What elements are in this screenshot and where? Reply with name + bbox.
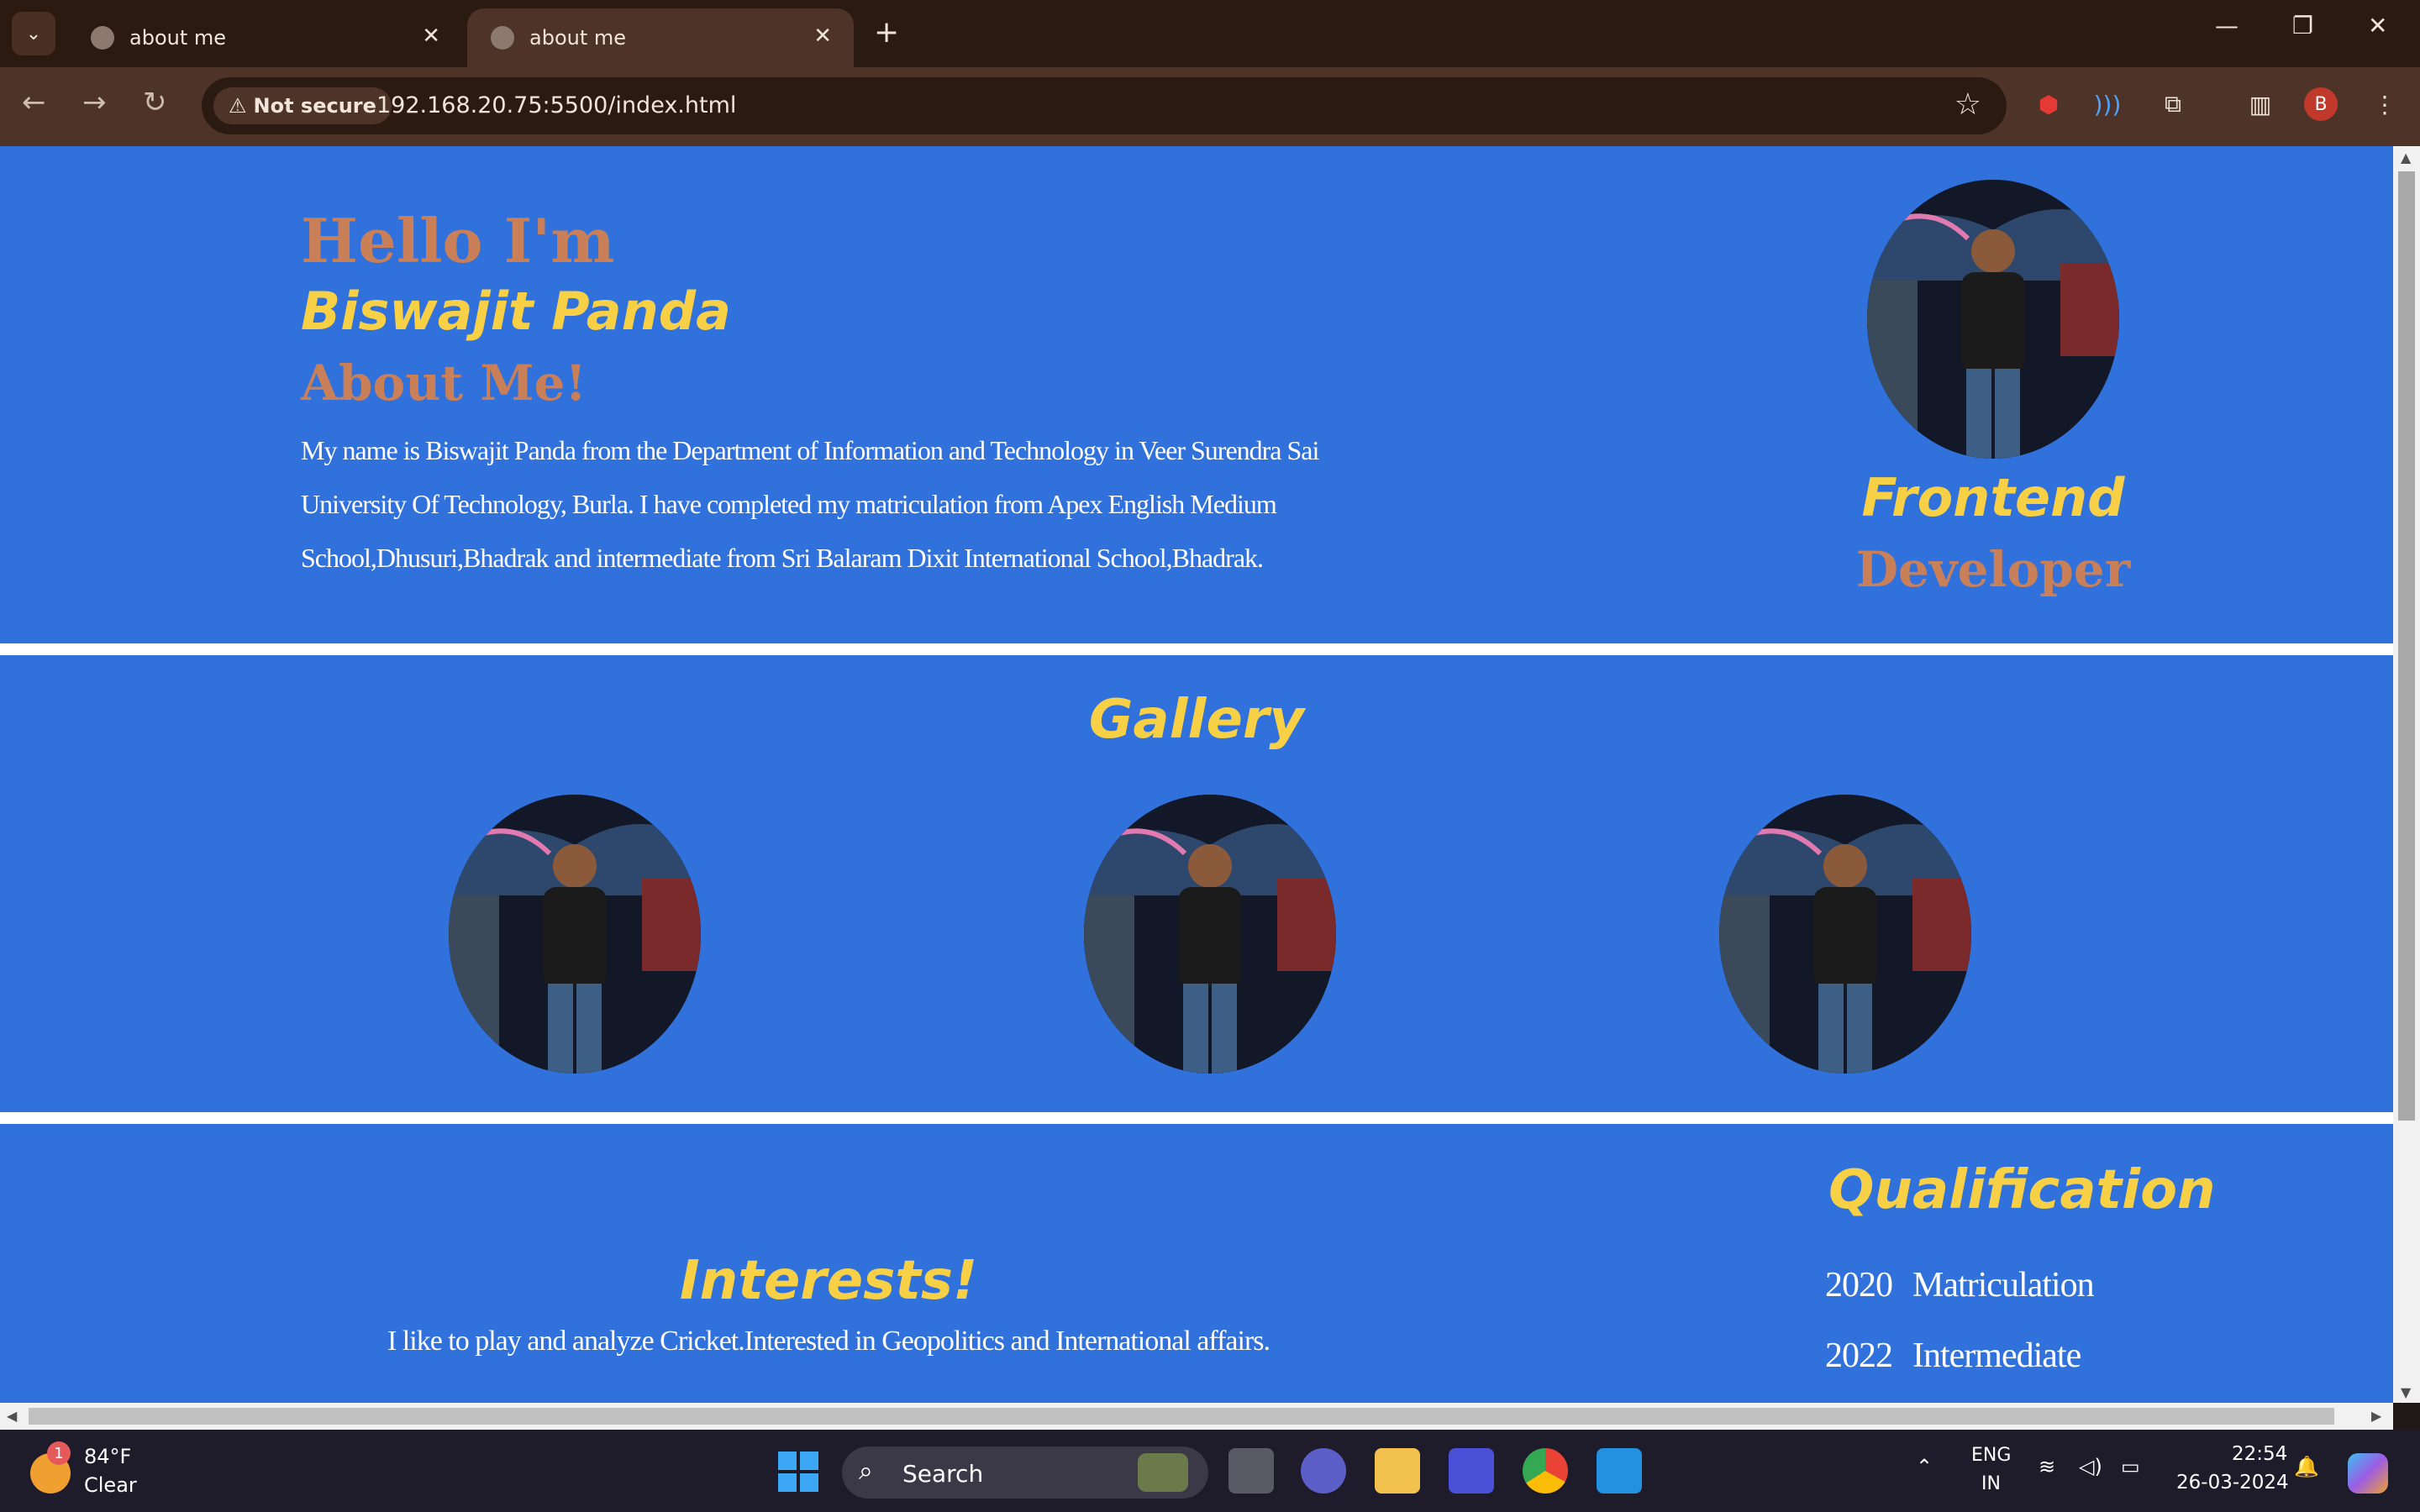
interests-qualification-section: Interests! I like to play and analyze Cr… [0, 1124, 2393, 1403]
search-highlight-icon [1138, 1453, 1188, 1492]
tab-strip: ⌄ about me ✕ about me ✕ + — ❐ ✕ [0, 0, 2420, 67]
close-tab-icon[interactable]: ✕ [422, 24, 440, 49]
chevron-up-icon[interactable]: ⌃ [1916, 1455, 1933, 1478]
language-line1[interactable]: ENG [1971, 1445, 2011, 1466]
language-line2[interactable]: IN [1981, 1473, 2001, 1494]
taskbar: 1 84°F Clear ⌕ Search ⌃ ENG IN ≋ ◁) ▭ 22… [0, 1430, 2420, 1512]
interests-text: I like to play and analyze Cricket.Inter… [387, 1326, 1270, 1357]
search-icon: ⌕ [859, 1457, 873, 1486]
battery-icon[interactable]: ▭ [2121, 1455, 2140, 1478]
person-photo-illustration [1084, 795, 1336, 1074]
scroll-down-icon[interactable]: ▼ [2401, 1384, 2411, 1400]
taskbar-search[interactable]: ⌕ Search [842, 1446, 1208, 1499]
volume-icon[interactable]: ◁) [2079, 1455, 2102, 1478]
task-view-icon[interactable] [1228, 1448, 1274, 1494]
name-heading: Biswajit Panda [301, 281, 731, 342]
copilot-icon[interactable] [2348, 1453, 2388, 1494]
gallery-heading: Gallery [1088, 689, 1305, 751]
scroll-up-icon[interactable]: ▲ [2401, 150, 2411, 165]
qualification-title: Intermediate [1912, 1336, 2081, 1375]
close-tab-icon[interactable]: ✕ [813, 24, 832, 49]
gallery-photo-2[interactable] [1084, 795, 1336, 1074]
horizontal-scrollbar[interactable]: ◀ ▶ [0, 1403, 2393, 1430]
reload-icon[interactable]: ↻ [143, 86, 167, 119]
clock-time[interactable]: 22:54 [2232, 1443, 2287, 1465]
person-photo-illustration [449, 795, 701, 1074]
gallery-photo-1[interactable] [449, 795, 701, 1074]
forward-arrow-icon[interactable]: → [82, 86, 107, 119]
chrome-icon[interactable] [1523, 1448, 1568, 1494]
vertical-scrollbar[interactable]: ▲ ▼ [2393, 146, 2420, 1403]
greeting-heading: Hello I'm [301, 205, 615, 276]
weather-badge: 1 [47, 1441, 71, 1465]
horizontal-scroll-thumb[interactable] [29, 1408, 2334, 1425]
gallery-photo-3[interactable] [1719, 795, 1971, 1074]
tab-about-me-1[interactable]: about me ✕ [67, 8, 462, 67]
about-section: Hello I'm Biswajit Panda About Me! My na… [0, 146, 2393, 643]
qualification-list: 2020 Matriculation 2022 Intermediate [1825, 1250, 2095, 1391]
person-photo-illustration [1867, 180, 2119, 459]
globe-icon [91, 26, 114, 50]
about-heading: About Me! [301, 354, 587, 412]
about-paragraph: My name is Biswajit Panda from the Depar… [301, 435, 1319, 573]
weather-temp[interactable]: 84°F [84, 1445, 131, 1468]
address-bar[interactable]: ⚠ Not secure 192.168.20.75:5500/index.ht… [202, 77, 2007, 134]
tab-about-me-2[interactable]: about me ✕ [467, 8, 854, 67]
wifi-icon[interactable]: ≋ [2039, 1455, 2055, 1478]
security-chip[interactable]: ⚠ Not secure [213, 87, 392, 124]
search-label: Search [902, 1460, 984, 1488]
adblock-extension-icon[interactable]: ⬢ [2032, 87, 2065, 121]
extensions-puzzle-icon[interactable]: ⧉ [2156, 87, 2190, 121]
interests-heading: Interests! [679, 1250, 978, 1312]
tab-title: about me [129, 26, 227, 50]
person-photo-illustration [1719, 795, 1971, 1074]
vscode-icon[interactable] [1597, 1448, 1642, 1494]
qualification-item: 2022 Intermediate [1825, 1320, 2094, 1391]
role-subtitle: Developer [1855, 541, 2131, 598]
gallery-section: Gallery [0, 655, 2393, 1112]
audio-extension-icon[interactable]: ))) [2091, 87, 2124, 121]
role-title: Frontend [1861, 467, 2125, 528]
globe-icon [491, 26, 514, 50]
tab-title: about me [529, 26, 627, 50]
url-text[interactable]: 192.168.20.75:5500/index.html [376, 92, 736, 118]
windows-start-icon[interactable] [778, 1452, 818, 1492]
scroll-right-icon[interactable]: ▶ [2371, 1408, 2381, 1424]
profile-avatar[interactable]: B [2304, 87, 2338, 121]
warning-icon: ⚠ [229, 94, 247, 118]
clock-date[interactable]: 26-03-2024 [2176, 1472, 2289, 1494]
browser-toolbar: ← → ↻ ⚠ Not secure 192.168.20.75:5500/in… [0, 67, 2420, 146]
qualification-heading: Qualification [1828, 1159, 2216, 1221]
new-tab-button[interactable]: + [874, 15, 899, 50]
close-window-icon[interactable]: ✕ [2368, 12, 2387, 39]
weather-condition[interactable]: Clear [84, 1473, 137, 1497]
file-explorer-icon[interactable] [1375, 1448, 1420, 1494]
qualification-title: Matriculation [1912, 1266, 2095, 1305]
app-m-icon[interactable] [1449, 1448, 1494, 1494]
more-menu-icon[interactable]: ⋮ [2368, 87, 2402, 121]
back-arrow-icon[interactable]: ← [22, 86, 46, 119]
bookmark-star-icon[interactable]: ☆ [1954, 87, 1981, 122]
page-viewport: Hello I'm Biswajit Panda About Me! My na… [0, 146, 2393, 1403]
qualification-year: 2020 [1825, 1266, 1893, 1305]
chevron-down-icon: ⌄ [25, 23, 42, 45]
side-panel-icon[interactable]: ▥ [2244, 87, 2277, 121]
teams-chat-icon[interactable] [1301, 1448, 1346, 1494]
notification-bell-icon[interactable]: 🔔 [2294, 1455, 2319, 1478]
scroll-left-icon[interactable]: ◀ [7, 1408, 17, 1424]
minimize-icon[interactable]: — [2215, 12, 2238, 39]
security-label: Not secure [253, 94, 376, 118]
tab-search-button[interactable]: ⌄ [12, 12, 55, 55]
qualification-item: 2020 Matriculation [1825, 1250, 2095, 1320]
restore-icon[interactable]: ❐ [2292, 12, 2313, 39]
profile-photo [1867, 180, 2119, 459]
vertical-scroll-thumb[interactable] [2398, 171, 2415, 1121]
qualification-year: 2022 [1825, 1336, 1893, 1375]
